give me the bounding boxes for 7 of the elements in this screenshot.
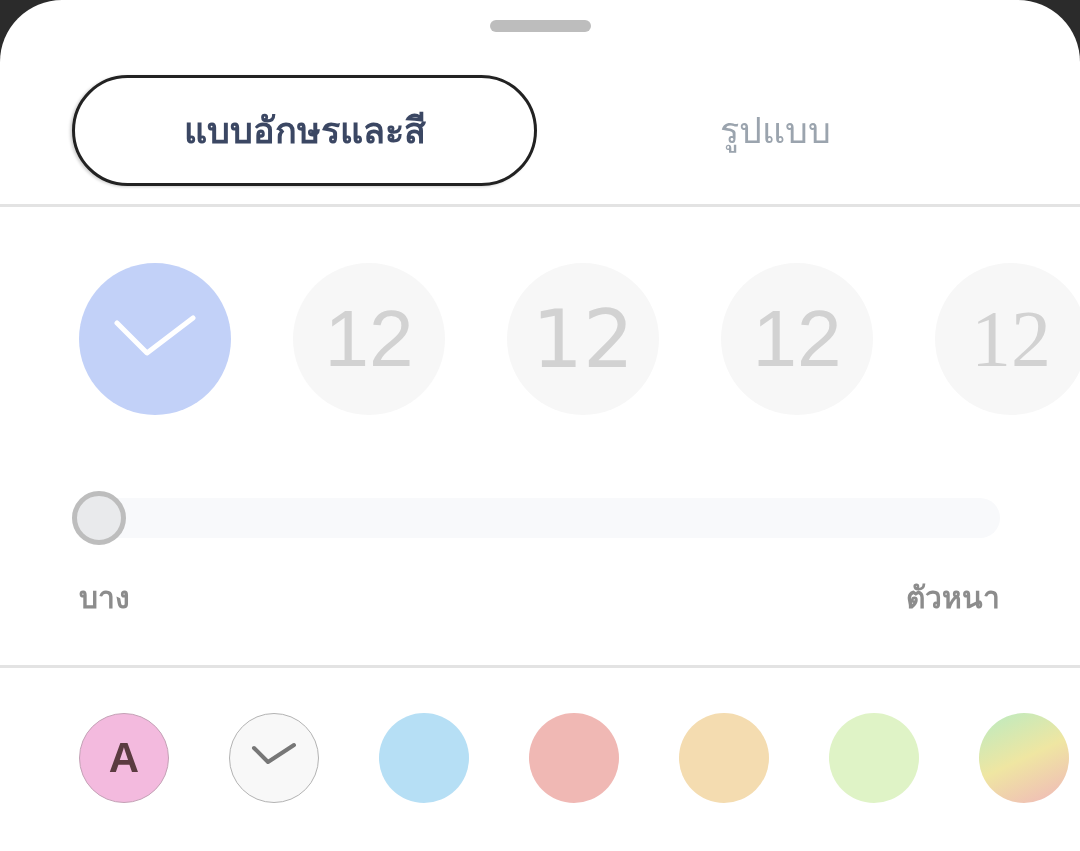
drag-handle[interactable] — [489, 20, 591, 32]
tab[interactable]: แบบอักษรและสี — [72, 75, 537, 186]
slider-thumb[interactable] — [72, 491, 126, 545]
slider-max-label: ตัวหนา — [906, 579, 1000, 617]
color-swatch[interactable]: A — [79, 713, 169, 803]
slider-track[interactable] — [72, 491, 1000, 545]
slider-min-label: บาง — [79, 579, 130, 617]
